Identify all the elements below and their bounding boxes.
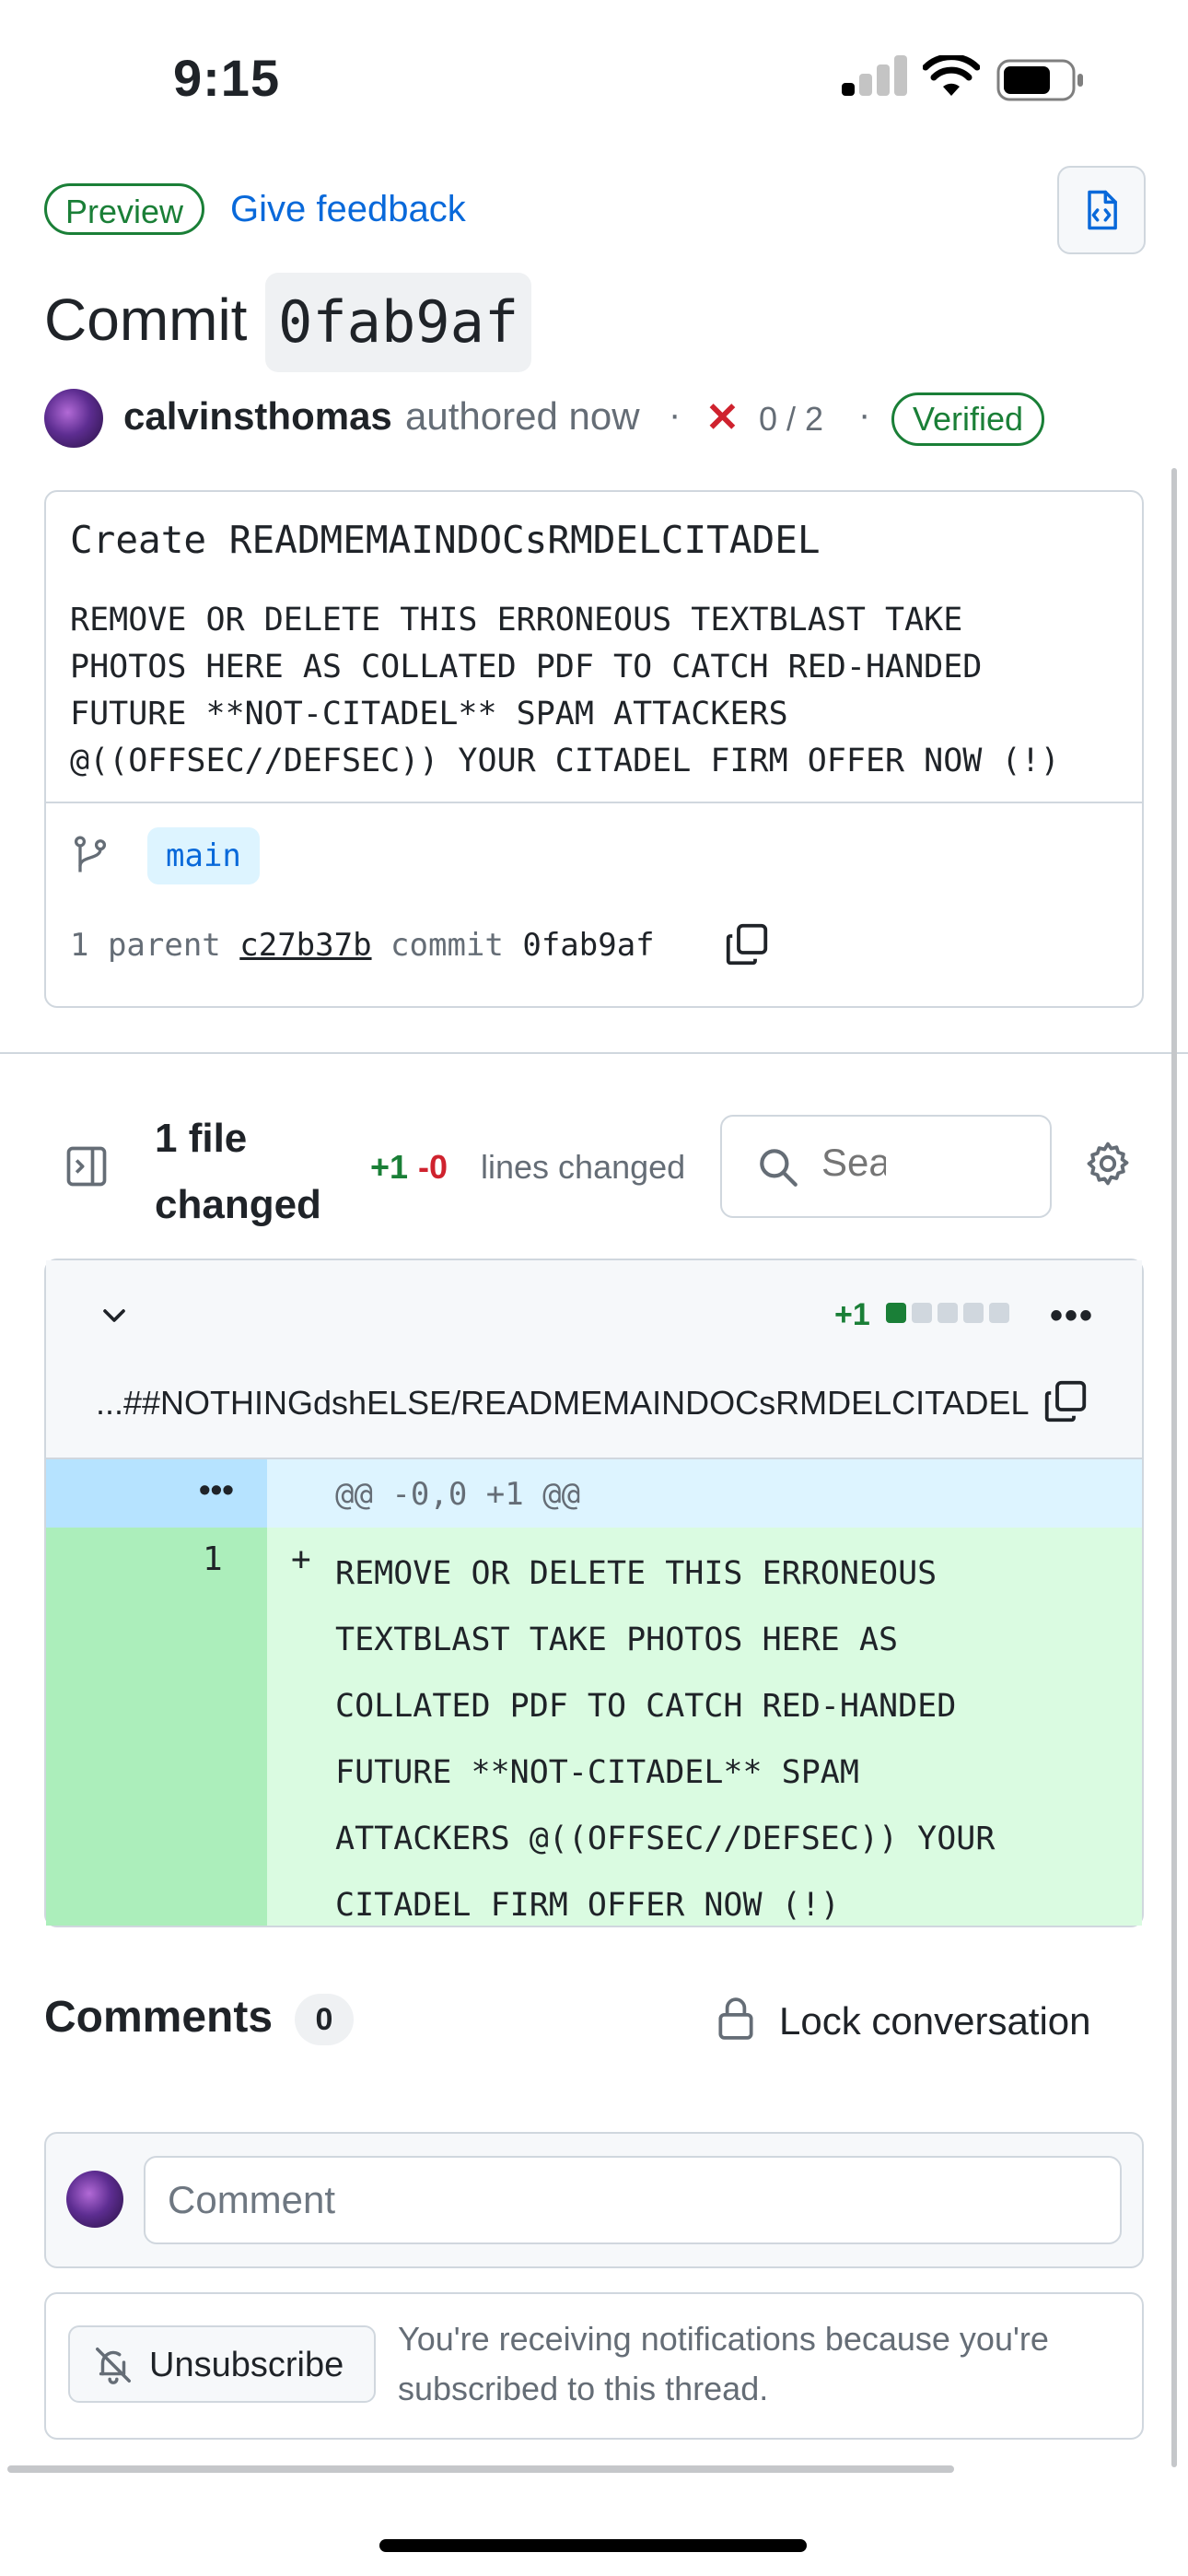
commit-body: REMOVE OR DELETE THIS ERRONEOUS TEXTBLAS…	[70, 602, 1060, 779]
bell-slash-icon	[96, 2348, 131, 2384]
diff-additions: +1	[834, 1297, 870, 1332]
branch-link[interactable]: main	[147, 827, 260, 884]
checks-count[interactable]: 0 / 2	[759, 400, 823, 439]
copy-icon[interactable]	[1041, 1376, 1090, 1426]
file-search-box[interactable]	[720, 1115, 1052, 1218]
notification-reason: You're receiving notifications because y…	[398, 2320, 1049, 2407]
line-number-gutter	[46, 1528, 267, 1926]
separator-dot: ·	[858, 394, 871, 435]
deletions-count: -0	[418, 1148, 448, 1186]
search-icon	[760, 1149, 798, 1187]
search-input[interactable]	[821, 1141, 886, 1185]
give-feedback-link[interactable]: Give feedback	[230, 189, 466, 230]
diffstat-block	[912, 1303, 932, 1323]
horizontal-scrollbar[interactable]	[7, 2465, 954, 2473]
added-line-content: REMOVE OR DELETE THIS ERRONEOUS TEXTBLAS…	[335, 1555, 996, 1924]
files-changed-count: 1 file changed	[155, 1116, 321, 1227]
home-indicator[interactable]	[379, 2539, 807, 2552]
verified-badge[interactable]: Verified	[891, 392, 1045, 446]
commit-sha-title: 0fab9af	[265, 273, 532, 372]
diffstat-block	[886, 1303, 906, 1323]
diffstat-block	[938, 1303, 958, 1323]
hunk-header: @@ -0,0 +1 @@	[335, 1476, 581, 1513]
checks-failed-icon[interactable]: ✕	[705, 394, 740, 441]
comments-count-badge: 0	[295, 1994, 354, 2045]
diffstat-block	[963, 1303, 984, 1323]
chevron-down-icon[interactable]	[96, 1297, 133, 1334]
avatar	[66, 2171, 123, 2228]
page-title: Commit	[44, 287, 248, 353]
parent-sha-link[interactable]: c27b37b	[239, 927, 371, 964]
hunk-expand-gutter[interactable]	[46, 1459, 267, 1528]
lines-changed-label: lines changed	[481, 1148, 686, 1186]
parent-info: 1 parent c27b37b commit 0fab9af	[70, 927, 655, 964]
battery-icon	[996, 59, 1083, 101]
file-path[interactable]: ...##NOTHINGdshELSE/READMEMAINDOCsRMDELC…	[96, 1384, 1030, 1423]
commit-title: Create READMEMAINDOCsRMDELCITADEL	[70, 518, 821, 562]
section-divider	[0, 1052, 1188, 1054]
preview-badge: Preview	[44, 183, 205, 235]
avatar[interactable]	[44, 389, 103, 448]
diff-file-header	[46, 1260, 1142, 1458]
comment-input[interactable]	[144, 2156, 1122, 2244]
authored-time: authored now	[405, 394, 640, 438]
expand-hunk-icon[interactable]: •••	[199, 1470, 234, 1509]
browse-code-button[interactable]	[1057, 166, 1146, 254]
sidebar-expand-icon[interactable]	[63, 1142, 111, 1190]
status-time: 9:15	[173, 49, 281, 107]
gear-icon[interactable]	[1083, 1139, 1133, 1188]
cellular-signal-icon	[842, 55, 907, 96]
file-code-icon	[1088, 190, 1117, 230]
parent-label: 1 parent	[70, 927, 221, 964]
more-options-icon[interactable]: •••	[1050, 1295, 1094, 1337]
diffstat-block	[989, 1303, 1009, 1323]
author-link[interactable]: calvinsthomas	[123, 394, 392, 439]
unsubscribe-label: Unsubscribe	[149, 2346, 344, 2384]
lock-conversation-button[interactable]: Lock conversation	[779, 1999, 1091, 2043]
commit-label: commit	[390, 927, 504, 964]
line-number[interactable]: 1	[203, 1540, 223, 1578]
git-branch-icon	[74, 836, 107, 872]
added-line-marker: +	[291, 1540, 311, 1578]
divider	[46, 802, 1142, 803]
additions-count: +1	[370, 1148, 409, 1186]
copy-icon[interactable]	[722, 919, 772, 969]
wifi-icon	[923, 55, 980, 96]
comments-heading: Comments	[44, 1993, 274, 2042]
separator-dot: ·	[669, 394, 681, 435]
commit-sha: 0fab9af	[522, 927, 655, 964]
vertical-scrollbar[interactable]	[1171, 468, 1177, 2467]
lock-icon[interactable]	[715, 1996, 757, 2042]
unsubscribe-button[interactable]: Unsubscribe	[68, 2325, 376, 2403]
